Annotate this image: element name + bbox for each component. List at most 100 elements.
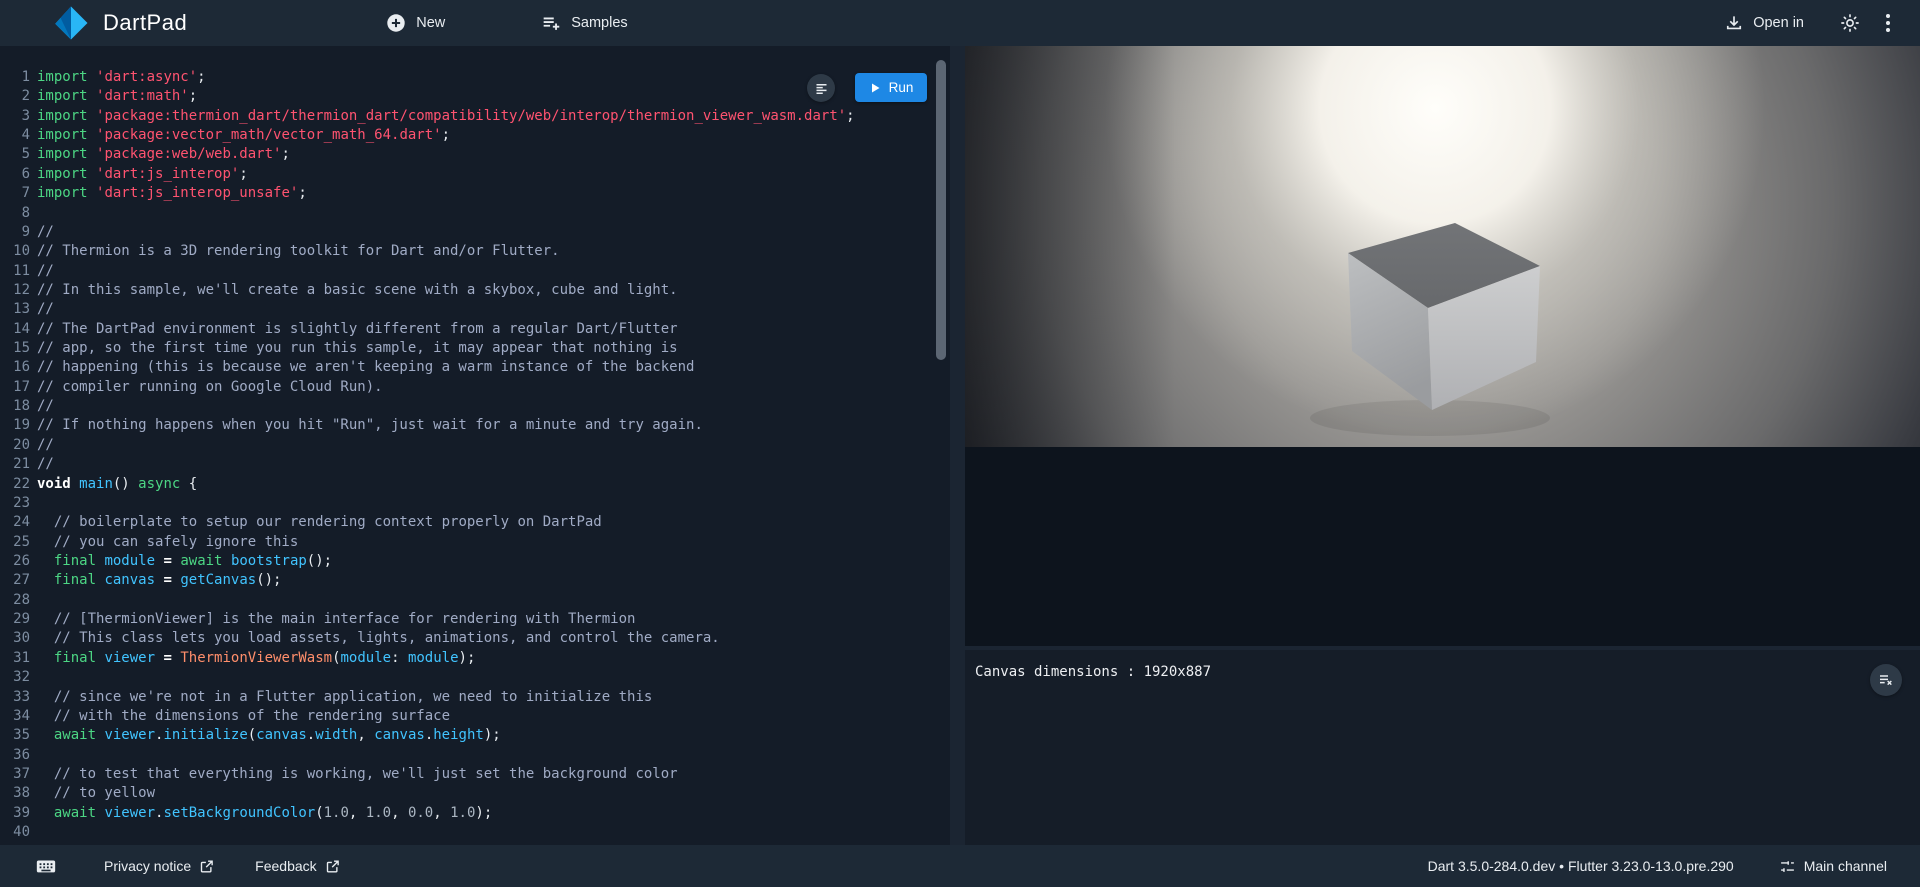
line-number: 8 — [0, 204, 30, 223]
code-text — [37, 823, 936, 842]
code-editor-panel[interactable]: 1import 'dart:async';2import 'dart:math'… — [0, 46, 950, 845]
editor-scrollbar[interactable] — [936, 60, 946, 360]
code-line[interactable]: 12 // In this sample, we'll create a basi… — [0, 281, 936, 300]
app-title: DartPad — [103, 10, 187, 36]
code-line[interactable]: 20 // — [0, 436, 936, 455]
format-align-icon — [814, 81, 829, 96]
code-line[interactable]: 7import 'dart:js_interop_unsafe'; — [0, 184, 936, 203]
line-number: 38 — [0, 784, 30, 803]
code-line[interactable]: 18// — [0, 397, 936, 416]
console-output-line: Canvas dimensions : 1920x887 — [975, 664, 1211, 680]
code-text: // — [37, 436, 936, 455]
line-number: 4 — [0, 126, 30, 145]
open-in-button[interactable]: Open in — [1724, 13, 1804, 33]
code-text: // compiler running on Google Cloud Run)… — [37, 378, 936, 397]
line-number: 15 — [0, 339, 30, 358]
add-circle-icon — [385, 12, 407, 34]
code-text: void main() async { — [37, 475, 936, 494]
code-line[interactable]: 31 final viewer = ThermionViewerWasm(mod… — [0, 649, 936, 668]
overflow-menu-icon[interactable] — [1885, 13, 1891, 33]
code-line[interactable]: 30 // This class lets you load assets, l… — [0, 629, 936, 648]
play-icon — [869, 82, 881, 94]
code-line[interactable]: 6 import 'dart:js_interop'; — [0, 165, 936, 184]
code-line[interactable]: 27 final canvas = getCanvas(); — [0, 571, 936, 590]
line-number: 14 — [0, 320, 30, 339]
code-line[interactable]: 23 — [0, 494, 936, 513]
line-number: 12 — [0, 281, 30, 300]
new-button-label: New — [416, 15, 445, 31]
playlist-add-icon — [540, 12, 562, 34]
code-line[interactable]: 17// compiler running on Google Cloud Ru… — [0, 378, 936, 397]
console-panel[interactable]: Canvas dimensions : 1920x887 — [965, 650, 1920, 845]
code-line[interactable]: 38 // to yellow — [0, 784, 936, 803]
line-number: 21 — [0, 455, 30, 474]
line-number: 26 — [0, 552, 30, 571]
line-number: 7 — [0, 184, 30, 203]
code-line[interactable]: 33 // since we're not in a Flutter appli… — [0, 688, 936, 707]
keyboard-shortcuts-icon[interactable] — [35, 855, 57, 877]
code-line[interactable]: 10// Thermion is a 3D rendering toolkit … — [0, 242, 936, 261]
code-line[interactable]: 32 — [0, 668, 936, 687]
open-in-new-icon — [199, 859, 214, 874]
code-text: // If nothing happens when you hit "Run"… — [37, 416, 936, 435]
code-line[interactable]: 15// app, so the first time you run this… — [0, 339, 936, 358]
code-line[interactable]: 24 // boilerplate to setup our rendering… — [0, 513, 936, 532]
code-text — [37, 591, 936, 610]
code-text: // happening (this is because we aren't … — [37, 358, 936, 377]
line-number: 40 — [0, 823, 30, 842]
code-line[interactable]: 1import 'dart:async'; — [0, 68, 936, 87]
download-icon — [1724, 13, 1744, 33]
code-text: // In this sample, we'll create a basic … — [37, 281, 936, 300]
new-button[interactable]: New — [385, 12, 445, 34]
code-line[interactable]: 3import 'package:thermion_dart/thermion_… — [0, 107, 936, 126]
channel-selector[interactable]: Main channel — [1779, 858, 1887, 875]
code-text: // — [37, 262, 936, 281]
line-number: 28 — [0, 591, 30, 610]
code-line[interactable]: 16// happening (this is because we aren'… — [0, 358, 936, 377]
code-line[interactable]: 14// The DartPad environment is slightly… — [0, 320, 936, 339]
line-number: 9 — [0, 223, 30, 242]
code-text: // — [37, 397, 936, 416]
line-number: 22 — [0, 475, 30, 494]
code-line[interactable]: 25 // you can safely ignore this — [0, 533, 936, 552]
code-line[interactable]: 19// If nothing happens when you hit "Ru… — [0, 416, 936, 435]
code-line[interactable]: 39 await viewer.setBackgroundColor(1.0, … — [0, 804, 936, 823]
dart-logo-icon — [53, 5, 89, 41]
code-line[interactable]: 4import 'package:vector_math/vector_math… — [0, 126, 936, 145]
3d-scene-canvas[interactable] — [965, 46, 1920, 447]
code-line[interactable]: 2import 'dart:math'; — [0, 87, 936, 106]
line-number: 20 — [0, 436, 30, 455]
open-in-label: Open in — [1753, 15, 1804, 31]
code-line[interactable]: 5import 'package:web/web.dart'; — [0, 145, 936, 164]
code-line[interactable]: 21// — [0, 455, 936, 474]
format-button[interactable] — [807, 74, 835, 102]
code-line[interactable]: 22 void main() async { — [0, 475, 936, 494]
samples-button[interactable]: Samples — [540, 12, 627, 34]
code-text: import 'dart:js_interop'; — [37, 165, 936, 184]
code-line[interactable]: 29 // [ThermionViewer] is the main inter… — [0, 610, 936, 629]
code-line[interactable]: 35 await viewer.initialize(canvas.width,… — [0, 726, 936, 745]
code-line[interactable]: 26 final module = await bootstrap(); — [0, 552, 936, 571]
code-line[interactable]: 36 — [0, 746, 936, 765]
code-line[interactable]: 37 // to test that everything is working… — [0, 765, 936, 784]
code-line[interactable]: 13// — [0, 300, 936, 319]
samples-button-label: Samples — [571, 15, 627, 31]
code-text: await viewer.setBackgroundColor(1.0, 1.0… — [37, 804, 936, 823]
brightness-icon[interactable] — [1839, 12, 1861, 34]
code-line[interactable]: 9// — [0, 223, 936, 242]
run-button[interactable]: Run — [855, 73, 927, 102]
open-in-new-icon — [325, 859, 340, 874]
feedback-link[interactable]: Feedback — [255, 858, 339, 874]
code-line[interactable]: 8 — [0, 204, 936, 223]
code-line[interactable]: 11// — [0, 262, 936, 281]
code-line[interactable]: 28 — [0, 591, 936, 610]
privacy-notice-link[interactable]: Privacy notice — [104, 858, 214, 874]
line-number: 30 — [0, 629, 30, 648]
clear-console-button[interactable] — [1870, 664, 1902, 696]
line-number: 6 — [0, 165, 30, 184]
code-line[interactable]: 34 // with the dimensions of the renderi… — [0, 707, 936, 726]
code-line[interactable]: 40 — [0, 823, 936, 842]
code-text: // Thermion is a 3D rendering toolkit fo… — [37, 242, 936, 261]
line-number: 37 — [0, 765, 30, 784]
line-number: 34 — [0, 707, 30, 726]
